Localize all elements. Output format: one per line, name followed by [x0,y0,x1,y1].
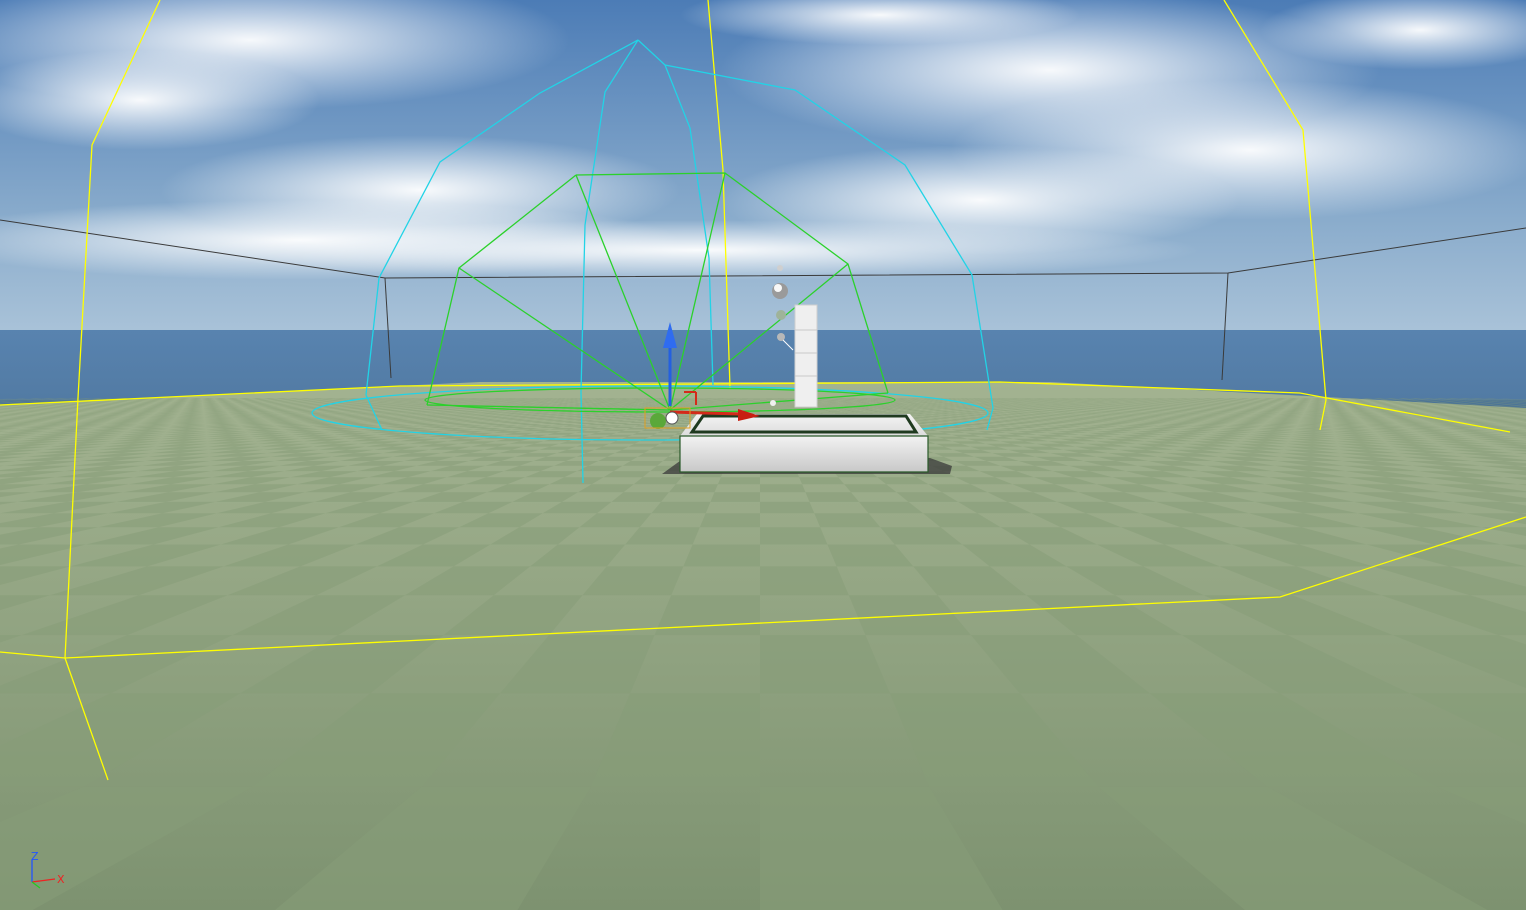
floor-tile [858,413,874,415]
floor-tile [865,409,878,410]
floor-tile [799,477,845,485]
floor-tile [809,413,824,415]
floor-tile [760,412,773,413]
floor-tile [815,410,829,411]
floor-tile [869,410,883,411]
floor-tile [844,409,857,410]
floor-tile [796,412,810,414]
floor-tile [837,410,851,411]
floor-tile [825,410,838,411]
floor-tile [834,409,848,410]
floor-tile [738,409,750,410]
floor-tile [841,411,855,413]
floor-tile [850,411,865,412]
floor-tile [805,411,818,412]
floor-tile [669,484,718,493]
floor-tile [860,410,874,411]
floor-tile [760,527,828,545]
floor-tile [771,411,784,413]
floor-tile [820,412,835,414]
floor-tile [680,414,696,416]
floor-tile [783,412,797,413]
floor-tile [794,411,808,413]
floor-tile [749,409,760,410]
floor-tile [793,410,806,411]
floor-tile [844,412,859,414]
floor-tile [710,492,760,502]
floor-tile [718,408,730,409]
floor-tile [717,409,729,410]
floor-tile [780,408,791,409]
floor-tile [683,544,760,567]
floor-tile [760,484,806,493]
floor-tile [760,413,773,415]
floor-tile [831,412,845,413]
viewport-scene[interactable]: Z X [0,0,1526,910]
floor-tile [657,431,681,433]
floor-tile [828,411,842,412]
floor-tile [654,595,760,636]
floor-tile [699,513,760,528]
floor-tile [715,410,728,411]
level-viewport[interactable]: Z X [0,0,1526,910]
floor-tile [834,413,849,415]
floor-tile [854,412,869,413]
floor-tile [784,413,798,415]
floor-tile [805,492,859,502]
floor-tile [782,411,795,412]
floor-tile [695,409,708,410]
floor-tile [739,408,750,409]
floor-tile [861,408,874,409]
floor-tile [651,501,711,514]
floor-tile [772,412,785,414]
floor-tile [649,446,682,450]
floor-tile [693,410,706,411]
floor-tile [847,410,861,411]
floor-tile [856,409,870,410]
floor-tile [800,408,812,409]
floor-tile [649,434,675,437]
floor-tile [717,477,760,485]
floor-tile [703,410,716,411]
floor-tile [760,501,815,514]
floor-tile [760,408,771,409]
floor-tile [705,409,718,410]
floor-tile [807,412,821,413]
floor-tile [727,409,739,410]
floor-tile [760,566,849,596]
floor-tile [760,409,771,410]
floor-tile [818,411,831,413]
